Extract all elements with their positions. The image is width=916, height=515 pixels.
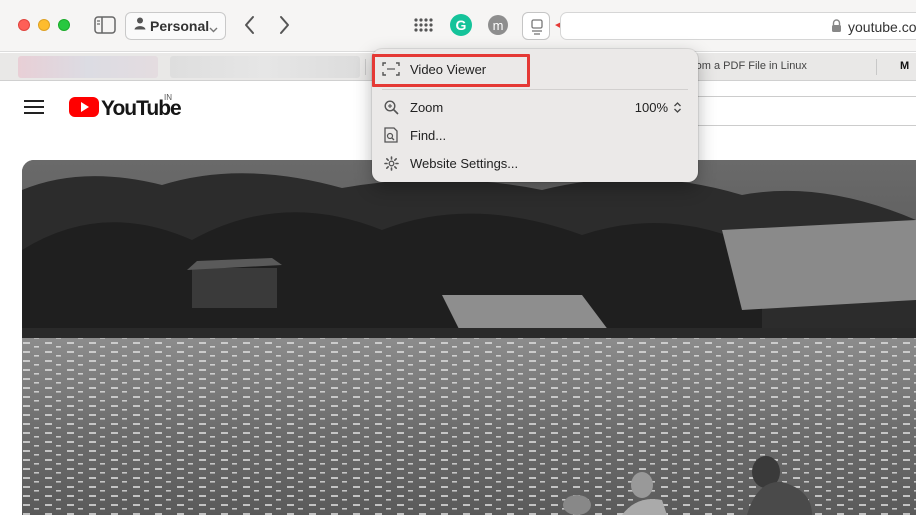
country-code: IN	[164, 93, 172, 102]
close-window-button[interactable]	[18, 19, 30, 31]
menu-item-label: Find...	[410, 127, 447, 143]
menu-item-label: Website Settings...	[410, 155, 519, 171]
forward-button[interactable]	[274, 14, 294, 36]
page-menu-button[interactable]	[522, 12, 550, 40]
zoom-magnifier-icon	[382, 98, 400, 116]
tab-item-pdf[interactable]: rom a PDF File in Linux	[692, 60, 807, 72]
menu-item-find[interactable]: Find...	[382, 122, 446, 148]
address-bar[interactable]: youtube.co	[560, 12, 916, 40]
tab-separator	[365, 59, 366, 75]
person-icon	[134, 17, 146, 35]
menu-divider	[382, 89, 688, 90]
grid-apps-icon[interactable]	[413, 16, 433, 36]
stepper-chevrons-icon[interactable]	[673, 101, 682, 119]
menu-item-website-settings[interactable]: Website Settings...	[382, 150, 518, 176]
safari-toolbar: Personal G m youtube.co	[0, 0, 916, 52]
back-button[interactable]	[240, 14, 260, 36]
search-input[interactable]	[690, 96, 916, 126]
tab-item-partial[interactable]: M	[900, 60, 909, 72]
profile-label: Personal	[150, 18, 210, 34]
url-text: youtube.co	[848, 19, 916, 35]
hamburger-menu-icon[interactable]	[24, 100, 44, 114]
blurred-tab[interactable]	[170, 56, 360, 78]
annotation-highlight-box	[372, 54, 530, 87]
video-frame	[22, 160, 916, 515]
sidebar-toggle-icon[interactable]	[94, 16, 116, 34]
youtube-logo-icon[interactable]	[69, 96, 99, 123]
menu-item-zoom[interactable]: Zoom	[382, 94, 443, 120]
browser-window: Personal G m youtube.co rom a PDF File i…	[0, 0, 916, 515]
gear-icon	[382, 154, 400, 172]
lock-icon	[831, 19, 842, 38]
find-document-icon	[382, 126, 400, 144]
chevron-down-icon	[209, 21, 218, 39]
menu-item-label: Zoom	[410, 99, 444, 115]
blurred-tab[interactable]	[18, 56, 158, 78]
profile-button[interactable]: Personal	[125, 12, 226, 40]
zoom-window-button[interactable]	[58, 19, 70, 31]
page-menu-icon	[531, 19, 543, 35]
tab-separator	[876, 59, 877, 75]
video-player[interactable]	[22, 160, 916, 515]
extension-avatar-icon[interactable]: m	[488, 15, 508, 35]
grammarly-extension-icon[interactable]: G	[450, 14, 472, 36]
zoom-value[interactable]: 100%	[635, 100, 668, 115]
minimize-window-button[interactable]	[38, 19, 50, 31]
